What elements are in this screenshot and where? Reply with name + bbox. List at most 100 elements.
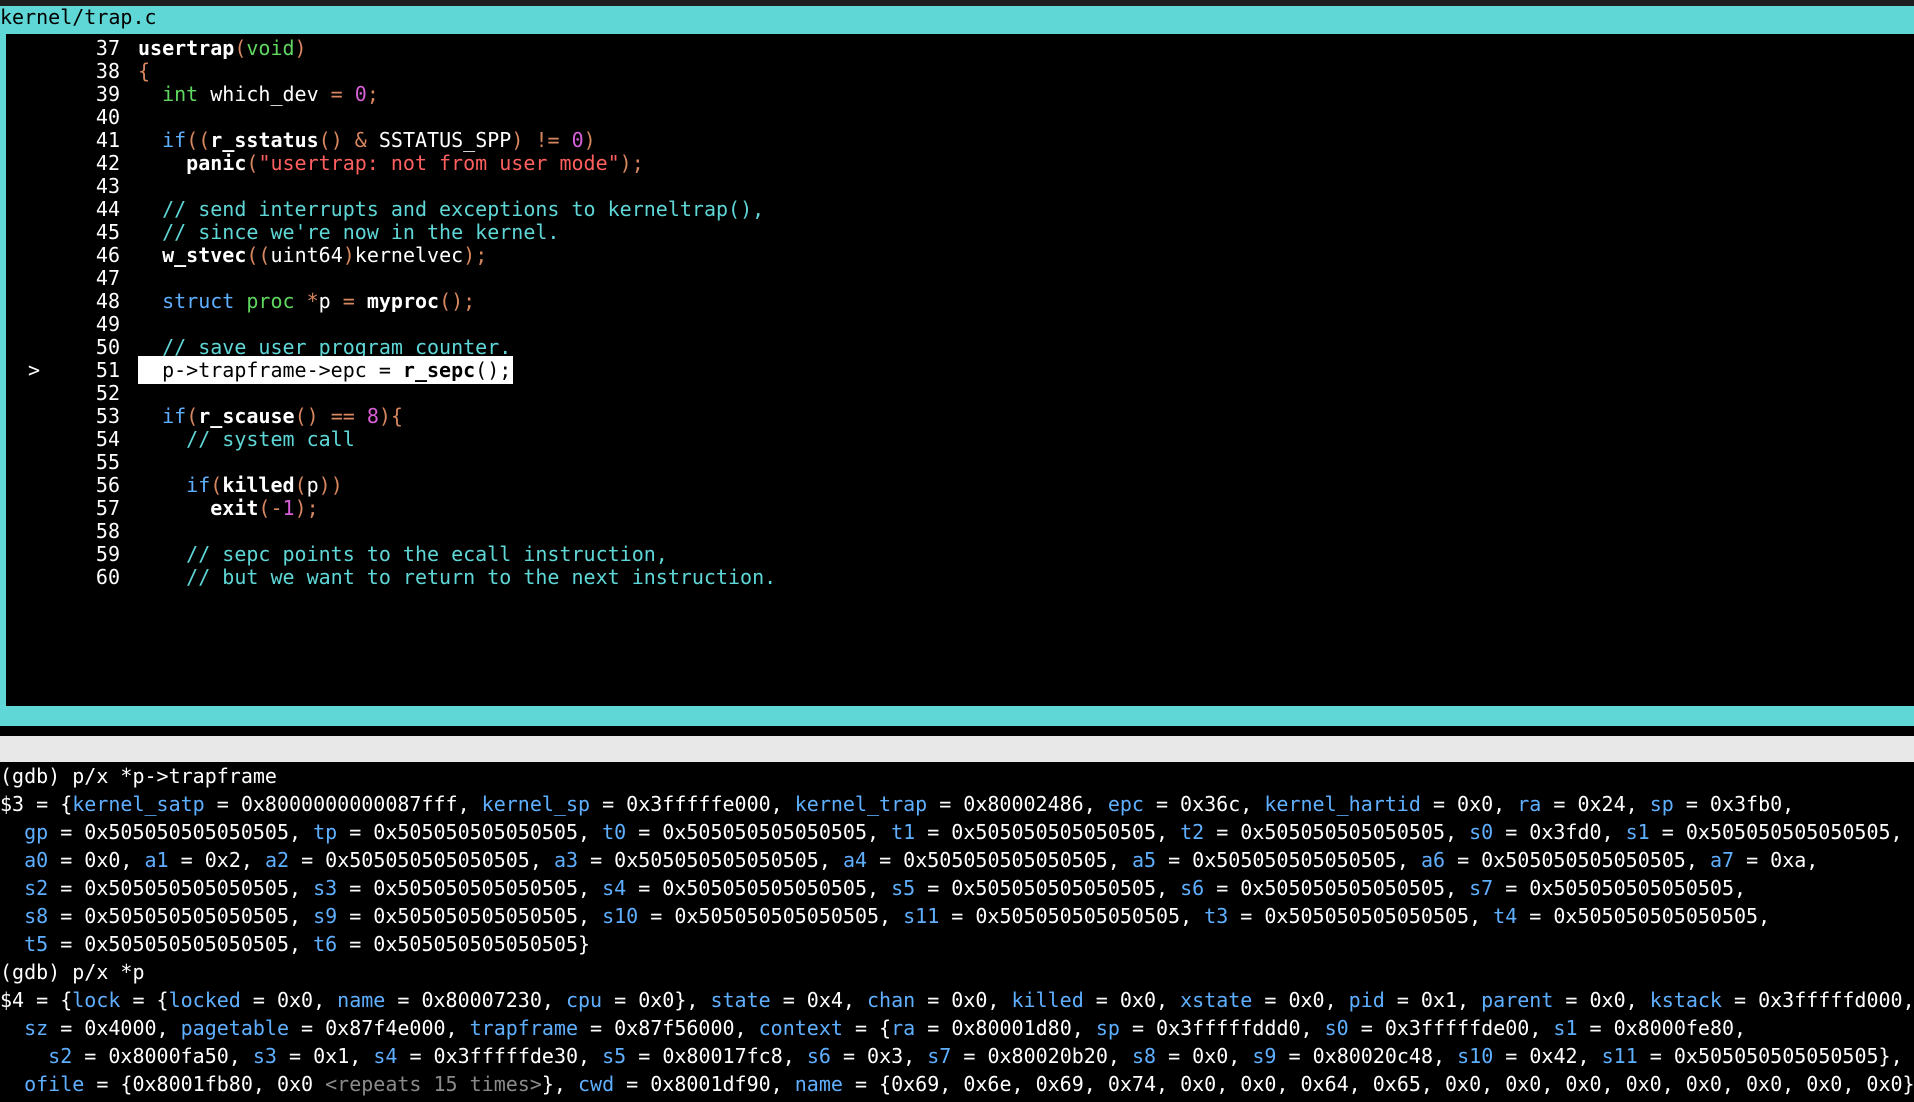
code-token: p [318, 289, 343, 313]
gdb-text [0, 932, 24, 956]
struct-field-name: ra [1517, 792, 1542, 816]
struct-field-name: state [710, 988, 771, 1012]
gdb-text: = 0x3fb0, [1673, 792, 1795, 816]
code-token: ) [342, 243, 355, 267]
gdb-output-line: $3 = {kernel_satp = 0x8000000000087fff, … [0, 790, 1794, 818]
gdb-output-line: $4 = {lock = {locked = 0x0, name = 0x800… [0, 986, 1914, 1014]
source-code-pane[interactable]: 37 usertrap(void) 38{39 int which_dev = 0;… [6, 34, 1914, 706]
struct-field-name: t4 [1493, 904, 1518, 928]
gdb-text: (gdb) p/x *p [0, 960, 145, 984]
struct-field-name: ra [891, 1016, 916, 1040]
gdb-output-line: a0 = 0x0, a1 = 0x2, a2 = 0x5050505050505… [0, 846, 1818, 874]
gdb-text: = 0x505050505050505, [626, 820, 892, 844]
gdb-text: = 0x0, [1420, 792, 1518, 816]
gdb-text: = 0x3, [830, 1044, 928, 1068]
line-code: // but we want to return to the next ins… [138, 563, 776, 591]
code-token: ); [294, 496, 319, 520]
code-token: panic [186, 151, 247, 175]
gdb-text: = 0x505050505050505, [48, 932, 314, 956]
code-token: = [342, 289, 355, 313]
struct-field-name: tp [313, 820, 338, 844]
gdb-text: = 0x505050505050505, [867, 848, 1132, 872]
gdb-output-line: t5 = 0x505050505050505, t6 = 0x505050505… [0, 930, 590, 958]
struct-field-name: epc [1107, 792, 1144, 816]
struct-field-name: pagetable [180, 1016, 290, 1040]
gdb-text: = 0x505050505050505, [337, 876, 603, 900]
gdb-text: = 0x8000000000087fff, [204, 792, 482, 816]
gdb-text: = 0x505050505050505, [1228, 904, 1494, 928]
code-token: (); [475, 358, 512, 382]
code-token: // but we want to return to the next ins… [186, 565, 777, 589]
struct-field-name: s9 [1252, 1044, 1277, 1068]
struct-field-name: a1 [144, 848, 169, 872]
struct-field-name: s4 [373, 1044, 398, 1068]
struct-field-name: s5 [891, 876, 916, 900]
struct-field-name: t2 [1180, 820, 1205, 844]
gdb-text: = 0x3fd0, [1493, 820, 1626, 844]
code-token: (- [258, 496, 283, 520]
gdb-text: = 0x505050505050505, [915, 820, 1181, 844]
current-line-marker: > [28, 358, 41, 382]
struct-field-name: kstack [1649, 988, 1722, 1012]
gdb-text: = 0x87f4e000, [289, 1016, 470, 1040]
struct-field-name: s1 [1625, 820, 1650, 844]
struct-field-name: s1 [1553, 1016, 1578, 1040]
struct-field-name: t5 [24, 932, 49, 956]
gdb-text: = {0x69, 0x6e, 0x69, 0x74, 0x0, 0x0, 0x6… [842, 1072, 1914, 1096]
gdb-text: = 0x87f56000, [578, 1016, 759, 1040]
gdb-text: = 0x505050505050505} [337, 932, 591, 956]
struct-field-name: t6 [313, 932, 338, 956]
code-token: * [306, 289, 319, 313]
gdb-text: = { [842, 1016, 892, 1040]
struct-field-name: locked [168, 988, 241, 1012]
gdb-text: = 0x36c, [1143, 792, 1265, 816]
code-token: ; [366, 82, 379, 106]
struct-field-name: s4 [602, 876, 627, 900]
struct-field-name: a6 [1420, 848, 1446, 872]
gdb-text [0, 1072, 24, 1096]
source-window-title: kernel/trap.c [0, 6, 161, 28]
struct-field-name: t3 [1204, 904, 1229, 928]
gdb-text: = 0x3fffffd000, [1721, 988, 1914, 1012]
code-token: int [162, 82, 199, 106]
code-token: usertrap [138, 36, 235, 60]
code-token: myproc [366, 289, 440, 313]
struct-field-name: gp [24, 820, 49, 844]
gdb-output-line: s2 = 0x505050505050505, s3 = 0x505050505… [0, 874, 1746, 902]
gdb-text: = 0x0, [1156, 1044, 1253, 1068]
struct-field-name: s3 [252, 1044, 277, 1068]
gdb-output-line: s2 = 0x8000fa50, s3 = 0x1, s4 = 0x3fffff… [0, 1042, 1902, 1070]
gdb-text: = 0x505050505050505, [337, 820, 603, 844]
gdb-text: <repeats 15 times> [325, 1072, 542, 1096]
struct-field-name: a4 [842, 848, 868, 872]
gdb-output-line: (gdb) p/x *p [0, 958, 145, 986]
struct-field-name: s9 [313, 904, 338, 928]
gdb-text: = 0x505050505050505, [1445, 848, 1710, 872]
struct-field-name: lock [72, 988, 121, 1012]
struct-field-name: name [794, 1072, 843, 1096]
gdb-text: = 0x0, [1083, 988, 1181, 1012]
gdb-output-line: sz = 0x4000, pagetable = 0x87f4e000, tra… [0, 1014, 1746, 1042]
struct-field-name: trapframe [469, 1016, 579, 1040]
line-code: panic("usertrap: not from user mode"); [138, 149, 644, 177]
gdb-text: = 0x505050505050505, [48, 876, 314, 900]
struct-field-name: kernel_sp [481, 792, 591, 816]
struct-field-name: ofile [24, 1072, 85, 1096]
gdb-text: = 0x80001d80, [915, 1016, 1096, 1040]
gdb-text: = 0x3fffffde00, [1348, 1016, 1554, 1040]
code-token: )) [318, 473, 343, 497]
gdb-text: $3 = { [0, 792, 73, 816]
gdb-text: = 0x80020b20, [951, 1044, 1132, 1068]
struct-field-name: xstate [1180, 988, 1253, 1012]
gdb-text [0, 904, 24, 928]
gdb-text: = { [120, 988, 169, 1012]
gdb-text: = 0xa, [1734, 848, 1819, 872]
gdb-text: = 0x0, [48, 848, 145, 872]
